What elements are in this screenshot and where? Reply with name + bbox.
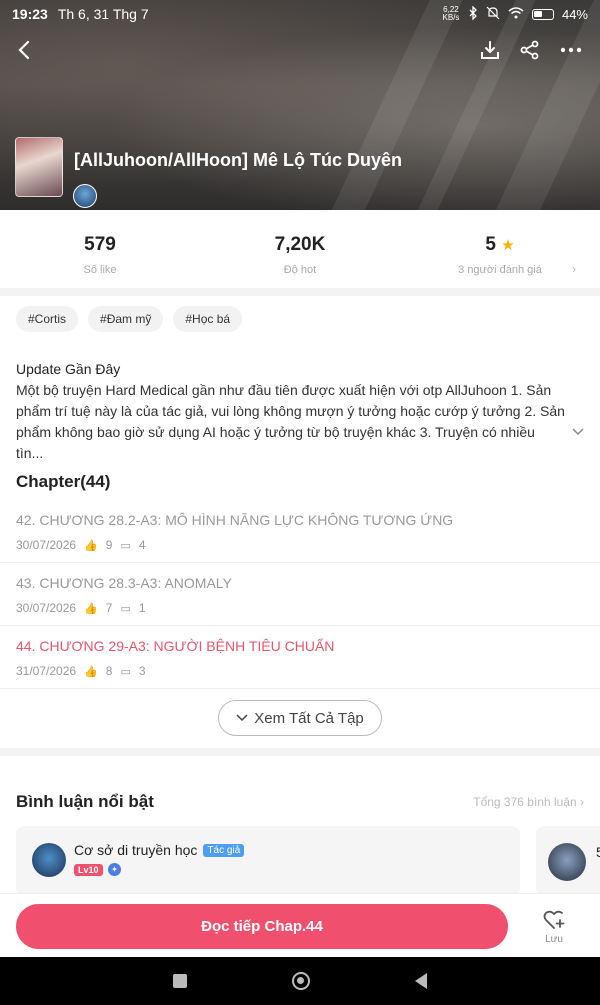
share-icon bbox=[520, 40, 539, 60]
verified-icon: ✦ bbox=[108, 863, 121, 876]
comment-icon: ▭ bbox=[120, 602, 131, 615]
battery-percent: 44% bbox=[561, 6, 588, 22]
chapter-title: 43. CHƯƠNG 28.3-A3: ANOMALY bbox=[16, 575, 232, 591]
like-icon: 👍 bbox=[84, 665, 98, 678]
see-all-label: Xem Tất Cả Tập bbox=[254, 709, 364, 727]
download-button[interactable] bbox=[472, 32, 508, 68]
battery-icon bbox=[531, 8, 554, 20]
chapter-row[interactable]: 43. CHƯƠNG 28.3-A3: ANOMALY 30/07/2026 👍… bbox=[0, 563, 600, 626]
system-nav-bar bbox=[0, 957, 600, 1005]
like-icon: 👍 bbox=[84, 602, 98, 615]
commenter-name-text: Cơ sở di truyền học bbox=[74, 842, 198, 858]
level-badge: Lv10 bbox=[74, 864, 103, 876]
heart-add-icon bbox=[543, 910, 565, 929]
more-dots-icon bbox=[560, 47, 582, 53]
rating-value: 5 bbox=[485, 234, 496, 255]
chevron-right-icon: › bbox=[572, 262, 576, 276]
continue-reading-button[interactable]: Đọc tiếp Chap.44 bbox=[16, 904, 508, 949]
share-button[interactable] bbox=[512, 32, 548, 68]
chapter-date: 30/07/2026 bbox=[16, 538, 77, 552]
chapter-comments: 3 bbox=[138, 664, 146, 678]
stat-label: Độ hot bbox=[283, 264, 317, 276]
comment-card[interactable]: Cơ sở di truyền học Tác giả Lv10 ✦ bbox=[16, 826, 520, 896]
chapter-row-current[interactable]: 44. CHƯƠNG 29-A3: NGƯỜI BỆNH TIÊU CHUẨN … bbox=[0, 626, 600, 689]
tag[interactable]: #Đam mỹ bbox=[88, 306, 164, 332]
story-title: [AllJuhoon/AllHoon] Mê Lộ Túc Duyên bbox=[74, 150, 402, 170]
section-divider bbox=[0, 288, 600, 296]
chapter-meta: 31/07/2026 👍 8 ▭ 3 bbox=[16, 664, 600, 678]
comments-heading: Bình luận nổi bật bbox=[16, 792, 154, 811]
wifi-icon bbox=[508, 6, 524, 22]
comments-total: Tổng 376 bình luận bbox=[473, 795, 577, 809]
chapter-row[interactable]: 42. CHƯƠNG 28.2-A3: MÔ HÌNH NĂNG LỰC KHÔ… bbox=[0, 500, 600, 563]
chapter-title: 44. CHƯƠNG 29-A3: NGƯỜI BỆNH TIÊU CHUẨN bbox=[16, 638, 335, 654]
chapter-date: 30/07/2026 bbox=[16, 601, 77, 615]
chapter-heading: Chapter(44) bbox=[16, 472, 111, 491]
home-button[interactable] bbox=[291, 972, 310, 990]
back-nav-button[interactable] bbox=[415, 973, 428, 989]
stat-likes: 579 Số like bbox=[0, 210, 200, 288]
stat-value: 579 bbox=[84, 234, 116, 255]
mute-icon bbox=[486, 6, 500, 23]
section-divider bbox=[0, 748, 600, 756]
story-description[interactable]: Một bộ truyện Hard Medical gần như đầu t… bbox=[16, 380, 566, 464]
chapter-date: 31/07/2026 bbox=[16, 664, 77, 678]
tag[interactable]: #Cortis bbox=[16, 306, 79, 332]
chapter-likes: 7 bbox=[105, 601, 113, 615]
save-label: Lưu bbox=[545, 934, 563, 945]
back-button[interactable] bbox=[6, 32, 42, 68]
chapter-comments: 4 bbox=[138, 538, 146, 552]
chapter-title: 42. CHƯƠNG 28.2-A3: MÔ HÌNH NĂNG LỰC KHÔ… bbox=[16, 512, 454, 528]
stat-label: Số like bbox=[83, 264, 117, 276]
comments-total-link[interactable]: Tổng 376 bình luận › bbox=[473, 795, 584, 809]
chapter-likes: 8 bbox=[105, 664, 113, 678]
update-title: Update Gần Đây bbox=[16, 361, 121, 377]
recents-button[interactable] bbox=[172, 974, 187, 988]
chapter-likes: 9 bbox=[105, 538, 113, 552]
stats-row: 579 Số like 7,20K Độ hot 5 ★ 3 người đán… bbox=[0, 210, 600, 288]
like-icon: 👍 bbox=[84, 539, 98, 552]
top-bar bbox=[0, 32, 600, 68]
see-all-chapters-button[interactable]: Xem Tất Cả Tập bbox=[218, 700, 382, 736]
star-icon: ★ bbox=[501, 237, 515, 254]
stat-rating[interactable]: 5 ★ 3 người đánh giá bbox=[400, 210, 600, 288]
stat-label: 3 người đánh giá bbox=[458, 264, 542, 276]
status-time: 19:23 bbox=[12, 6, 48, 22]
story-cover bbox=[15, 137, 63, 197]
more-button[interactable] bbox=[553, 32, 589, 68]
stat-hot: 7,20K Độ hot bbox=[200, 210, 400, 288]
back-arrow-icon bbox=[18, 40, 30, 60]
chapter-comments: 1 bbox=[138, 601, 146, 615]
commenter-name: Cơ sở di truyền học Tác giả bbox=[74, 842, 245, 858]
expand-description-button[interactable] bbox=[572, 425, 584, 439]
tag[interactable]: #Học bá bbox=[173, 306, 243, 332]
net-speed: 6,22 KB/s bbox=[442, 5, 460, 22]
chevron-right-icon: › bbox=[580, 795, 584, 809]
avatar[interactable] bbox=[548, 843, 586, 881]
comment-icon: ▭ bbox=[120, 539, 131, 552]
comment-icon: ▭ bbox=[120, 665, 131, 678]
chevron-down-icon bbox=[236, 714, 248, 722]
commenter-name-text: 5 bbox=[596, 844, 600, 860]
bottom-action-bar: Đọc tiếp Chap.44 Lưu bbox=[0, 893, 600, 957]
chevron-down-icon bbox=[572, 428, 584, 436]
status-bar: 19:23 Th 6, 31 Thg 7 6,22 KB/s 44% bbox=[0, 0, 600, 28]
tag-list: #Cortis #Đam mỹ #Học bá bbox=[16, 306, 243, 332]
author-badge: Tác giả bbox=[203, 843, 245, 857]
comment-card[interactable]: 5 bbox=[536, 826, 600, 896]
avatar[interactable] bbox=[32, 843, 66, 877]
stat-value: 7,20K bbox=[274, 234, 326, 255]
status-icons: 6,22 KB/s 44% bbox=[442, 4, 588, 23]
author-avatar[interactable] bbox=[73, 184, 97, 208]
story-header: 19:23 Th 6, 31 Thg 7 6,22 KB/s 44% [AllJ… bbox=[0, 0, 600, 210]
chapter-meta: 30/07/2026 👍 7 ▭ 1 bbox=[16, 601, 600, 615]
save-button[interactable]: Lưu bbox=[528, 904, 580, 945]
bluetooth-icon bbox=[468, 4, 478, 23]
status-date: Th 6, 31 Thg 7 bbox=[57, 6, 149, 22]
chapter-meta: 30/07/2026 👍 9 ▭ 4 bbox=[16, 538, 600, 552]
download-icon bbox=[481, 41, 499, 59]
